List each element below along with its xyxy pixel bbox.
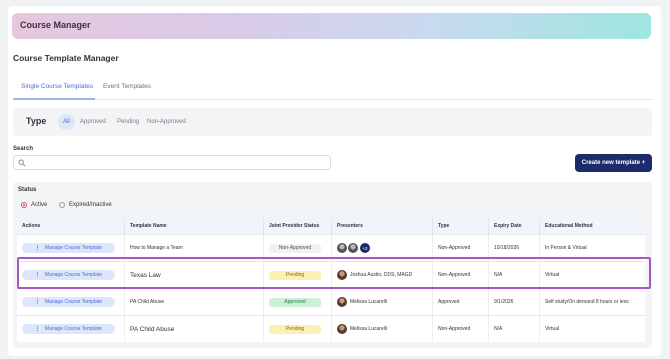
column-header-expiry-date: Expiry Date (489, 218, 540, 234)
table-row: ⋮ Manage Course Template PA Child Abuse … (17, 288, 645, 315)
status-option-label: Expired/Inactive (69, 202, 112, 208)
radio-unselected-icon (59, 202, 65, 208)
kebab-icon: ⋮ (34, 299, 40, 305)
manage-course-template-button[interactable]: ⋮ Manage Course Template (22, 297, 115, 307)
status-radio-expired[interactable]: Expired/Inactive (59, 202, 112, 208)
jp-status-cell: Pending (264, 316, 332, 342)
status-option-label: Active (31, 202, 48, 208)
search-icon (18, 159, 26, 167)
avatar (337, 324, 347, 334)
actions-cell: ⋮ Manage Course Template (17, 316, 125, 342)
highlighted-row-outline (17, 257, 651, 289)
status-radio-active[interactable]: Active (21, 202, 47, 208)
search-input[interactable] (30, 157, 326, 168)
column-header-educational-method: Educational Method (540, 218, 645, 234)
create-new-template-button[interactable]: Create new template + (575, 154, 652, 172)
column-header-actions: Actions (17, 218, 125, 234)
template-name-cell: PA Child Abuse (125, 289, 264, 315)
presenters-cell: Melissa Lucarelli (332, 316, 433, 342)
type-chip-non-approved[interactable]: Non-Approved (142, 114, 191, 130)
type-filter: Type All Approved Pending Non-Approved (13, 108, 652, 136)
presenters-cell: Melissa Lucarelli (332, 289, 433, 315)
manage-course-template-button[interactable]: ⋮ Manage Course Template (22, 243, 115, 253)
tab-event-templates[interactable]: Event Templates (103, 83, 151, 90)
type-cell: Non-Approved (433, 316, 489, 342)
search-label: Search (13, 146, 34, 152)
manage-button-label: Manage Course Template (44, 299, 103, 305)
status-label: Status (18, 187, 37, 193)
expiry-cell: 9/1/2026 (489, 289, 540, 315)
app-title: Course Manager (20, 20, 91, 30)
expiry-cell: N/A (489, 316, 540, 342)
manage-button-label: Manage Course Template (44, 326, 103, 332)
table-row: ⋮ Manage Course Template PA Child Abuse … (17, 315, 645, 342)
active-tab-indicator (13, 98, 95, 100)
avatar (337, 297, 347, 307)
type-chip-all[interactable]: All (58, 114, 75, 130)
actions-cell: ⋮ Manage Course Template (17, 289, 125, 315)
header-banner: Course Manager (12, 13, 651, 39)
status-badge: Non-Approved (269, 243, 321, 253)
method-cell: Virtual (545, 326, 560, 332)
radio-selected-icon (21, 202, 27, 208)
jp-status-cell: Approved (264, 289, 332, 315)
method-cell: Self study/On demand 8 hours or less (545, 299, 629, 305)
type-cell: Approved (433, 289, 489, 315)
column-header-template-name: Template Name (125, 218, 264, 234)
tab-bar: Single Course Templates Event Templates (13, 79, 652, 100)
manage-button-label: Manage Course Template (44, 245, 103, 251)
kebab-icon: ⋮ (34, 245, 40, 251)
more-presenters-chip[interactable]: +2 (360, 243, 370, 253)
status-badge: Pending (269, 324, 321, 334)
column-header-type: Type (433, 218, 489, 234)
page-title: Course Template Manager (13, 53, 119, 63)
presenter-name: Melissa Lucarelli (350, 326, 387, 332)
template-name-cell: PA Child Abuse (125, 316, 264, 342)
type-chip-approved[interactable]: Approved (75, 114, 111, 130)
type-chip-pending[interactable]: Pending (112, 114, 144, 130)
manage-course-template-button[interactable]: ⋮ Manage Course Template (22, 324, 115, 334)
kebab-icon: ⋮ (34, 326, 40, 332)
column-header-joint-provider-status: Joint Provider Status (264, 218, 332, 234)
avatar (348, 243, 358, 253)
tab-single-course-templates[interactable]: Single Course Templates (21, 83, 93, 90)
avatar (337, 243, 347, 253)
type-filter-label: Type (26, 116, 47, 126)
column-header-presenters: Presenters (332, 218, 433, 234)
presenter-name: Melissa Lucarelli (350, 299, 387, 305)
search-field[interactable] (13, 155, 331, 170)
status-badge: Approved (269, 297, 321, 307)
